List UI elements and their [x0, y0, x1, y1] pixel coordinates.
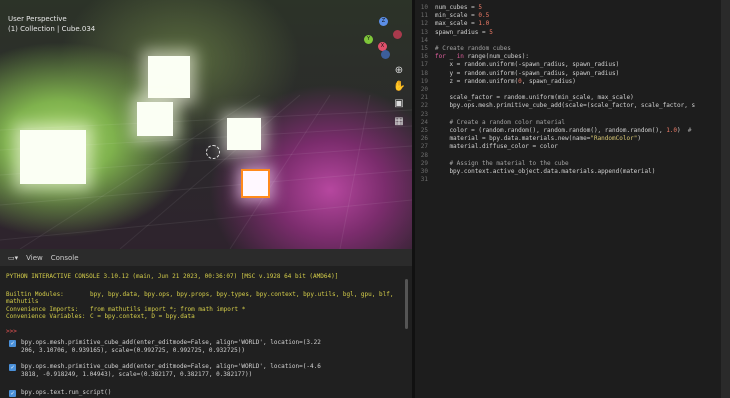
check-icon[interactable]: ✓: [9, 364, 16, 371]
code-line[interactable]: color = (random.random(), random.random(…: [435, 127, 691, 134]
code-line[interactable]: # Create a random color material: [435, 119, 565, 126]
code-line[interactable]: # Assign the material to the cube: [435, 160, 568, 167]
line-number: 13: [420, 28, 428, 36]
gizmo-z-axis[interactable]: Z: [379, 17, 388, 26]
code-line[interactable]: x = random.uniform(-spawn_radius, spawn_…: [435, 61, 619, 68]
cube-light[interactable]: [227, 118, 261, 150]
line-number: 18: [420, 69, 428, 77]
editor-scrollbar[interactable]: [721, 0, 730, 398]
line-number: 19: [420, 77, 428, 85]
pan-hand-icon[interactable]: ✋: [393, 81, 405, 93]
selected-cube[interactable]: [241, 169, 270, 198]
python-console[interactable]: ▭▾ View Console PYTHON INTERACTIVE CONSO…: [0, 249, 412, 398]
zoom-icon[interactable]: ⊕: [393, 65, 405, 77]
3d-cursor-icon[interactable]: [206, 145, 220, 159]
builtin-label: Builtin Modules:: [6, 291, 64, 298]
console-prompt[interactable]: >>>: [6, 328, 20, 335]
gizmo-y-axis[interactable]: Y: [364, 35, 373, 44]
console-entry: 3818, -0.918249, 1.04943), scale=(0.3821…: [21, 371, 253, 378]
gizmo-neg-x-axis[interactable]: [393, 30, 402, 39]
console-menu[interactable]: Console: [51, 254, 79, 262]
console-entry: 206, 3.10706, 0.939165), scale=(0.992725…: [21, 347, 245, 354]
code-line[interactable]: scale_factor = random.uniform(min_scale,…: [435, 94, 633, 101]
cube-light[interactable]: [137, 102, 173, 136]
code-line[interactable]: material.diffuse_color = color: [435, 143, 557, 150]
cube-light[interactable]: [20, 130, 86, 184]
check-icon[interactable]: ✓: [9, 390, 16, 397]
line-number: 24: [420, 118, 428, 126]
camera-icon[interactable]: ▣: [393, 98, 405, 110]
code-line[interactable]: y = random.uniform(-spawn_radius, spawn_…: [435, 70, 619, 77]
code-line[interactable]: spawn_radius = 5: [435, 29, 493, 36]
builtin-value: bpy, bpy.data, bpy.ops, bpy.props, bpy.t…: [90, 291, 394, 298]
line-number: 16: [420, 53, 428, 61]
console-entry: bpy.ops.mesh.primitive_cube_add(enter_ed…: [21, 339, 321, 346]
builtin-value-2: mathutils: [6, 298, 39, 305]
text-editor[interactable]: 10 11 12 13 14 15 16 17 18 19 20 21 22 23 24 25 26 27 28 29…: [415, 0, 730, 398]
line-number: 20: [420, 86, 428, 93]
cube-light[interactable]: [148, 56, 190, 98]
line-number: 31: [420, 176, 428, 184]
vars-value: C = bpy.context, D = bpy.data: [90, 313, 195, 320]
viewport-mode-label: User Perspective: [8, 15, 67, 23]
code-line[interactable]: min_scale = 0.5: [435, 12, 489, 19]
line-number: 12: [420, 20, 428, 28]
line-number: 22: [420, 102, 428, 110]
line-number: 10: [420, 4, 428, 11]
line-number: 15: [420, 45, 428, 52]
code-line[interactable]: for _ in range(num_cubes):: [435, 53, 529, 60]
line-number: 25: [420, 127, 428, 134]
console-banner: PYTHON INTERACTIVE CONSOLE 3.10.12 (main…: [6, 273, 339, 280]
imports-value: from mathutils import *; from math impor…: [90, 306, 246, 313]
console-entry: bpy.ops.mesh.primitive_cube_add(enter_ed…: [21, 363, 321, 370]
console-scrollbar[interactable]: [405, 279, 408, 329]
floor-grid: [0, 94, 412, 249]
viewport-collection-label: (1) Collection | Cube.034: [8, 25, 96, 33]
code-line[interactable]: bpy.ops.mesh.primitive_cube_add(scale=(s…: [435, 102, 695, 109]
imports-label: Convenience Imports:: [6, 306, 79, 313]
3d-viewport[interactable]: User Perspective (1) Collection | Cube.0…: [0, 0, 412, 249]
code-line[interactable]: z = random.uniform(0, spawn_radius): [435, 78, 575, 85]
code-line[interactable]: num_cubes = 5: [435, 4, 482, 11]
code-line[interactable]: material = bpy.data.materials.new(name="…: [435, 135, 641, 142]
code-line[interactable]: # Create random cubes: [435, 45, 511, 52]
console-entry: bpy.ops.text.run_script(): [21, 389, 112, 396]
line-number: 14: [420, 36, 428, 44]
line-number: 11: [420, 12, 428, 20]
console-header: ▭▾ View Console: [0, 249, 412, 266]
line-number: 30: [420, 168, 428, 175]
line-number: 27: [420, 143, 428, 151]
check-icon[interactable]: ✓: [9, 340, 16, 347]
view-menu[interactable]: View: [26, 254, 43, 262]
line-number: 29: [420, 159, 428, 167]
line-number: 17: [420, 61, 428, 69]
line-number: 26: [420, 135, 428, 143]
vars-label: Convenience Variables:: [6, 313, 86, 320]
line-number: 28: [420, 151, 428, 159]
code-line[interactable]: bpy.context.active_object.data.materials…: [435, 168, 655, 175]
editor-type-icon[interactable]: ▭▾: [8, 254, 18, 262]
grid-icon[interactable]: ▦: [393, 116, 405, 128]
line-number: 23: [420, 110, 428, 118]
gizmo-neg-z-axis[interactable]: [381, 50, 390, 59]
line-number: 21: [420, 94, 428, 102]
code-line[interactable]: max_scale = 1.0: [435, 20, 489, 27]
